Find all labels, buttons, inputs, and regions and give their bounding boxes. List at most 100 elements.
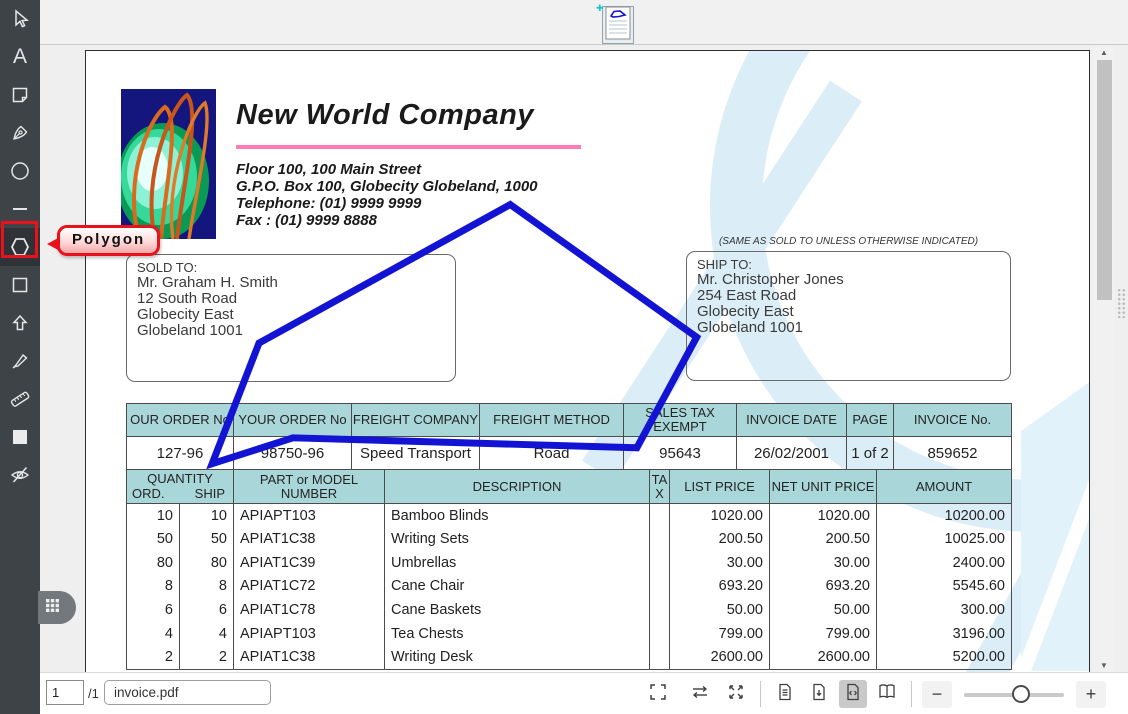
toolbar-divider	[911, 681, 912, 707]
item-qty-ord: 50	[126, 527, 180, 551]
item-qty-ord: 8	[126, 574, 180, 599]
page-thumbnail[interactable]	[602, 6, 634, 44]
fit-width-button[interactable]	[686, 680, 714, 708]
sold-to-label: SOLD TO:	[137, 260, 198, 275]
item-tax	[649, 550, 670, 575]
ruler-icon	[9, 388, 31, 410]
item-qty-ord: 4	[126, 621, 180, 646]
scroll-down-icon[interactable]: ▼	[1093, 661, 1115, 670]
sold-to-line: Globeland 1001	[137, 322, 243, 339]
order-value: 127-96	[126, 436, 234, 470]
address-line: Telephone: (01) 9999 9999	[236, 195, 422, 212]
item-qty-ship: 8	[179, 574, 234, 599]
zoom-out-button[interactable]: −	[922, 680, 952, 708]
rectangle-tool[interactable]	[0, 266, 40, 304]
select-cursor-tool[interactable]	[0, 0, 40, 38]
filled-rectangle-tool[interactable]	[0, 418, 40, 456]
item-net-unit: 30.00	[769, 550, 877, 575]
ship-to-line: Globeland 1001	[697, 319, 803, 336]
item-tax	[649, 621, 670, 646]
polygon-tool[interactable]	[0, 228, 40, 266]
fit-width-icon	[690, 684, 710, 705]
highlighter-icon	[10, 351, 30, 371]
item-row: 50 50 APIAT1C38 Writing Sets 200.50 200.50 100…	[126, 527, 1012, 551]
item-description: Bamboo Blinds	[384, 503, 650, 528]
scrollbar-thumb[interactable]	[1097, 60, 1112, 300]
ink-pen-tool[interactable]	[0, 114, 40, 152]
item-amount: 3196.00	[876, 621, 1012, 646]
continuous-view-button[interactable]	[805, 680, 833, 708]
item-net-unit: 693.20	[769, 574, 877, 599]
company-address: Floor 100, 100 Main Street G.P.O. Box 10…	[236, 161, 538, 229]
vertical-scrollbar[interactable]: ▲ ▼	[1093, 46, 1115, 672]
item-part: APIAT1C78	[233, 598, 385, 622]
zoom-slider[interactable]	[964, 681, 1064, 708]
filename-input[interactable]	[104, 680, 271, 705]
item-qty-ship: 2	[179, 645, 234, 670]
item-part: APIAT1C39	[233, 550, 385, 575]
address-line: Floor 100, 100 Main Street	[236, 161, 422, 178]
tooltip-tail	[47, 237, 60, 251]
item-qty-ship: 50	[179, 527, 234, 551]
panel-resize-grip[interactable]	[1117, 288, 1126, 318]
order-value: 26/02/2001	[736, 436, 847, 470]
item-description: Cane Chair	[384, 574, 650, 599]
ord-label: ORD.	[132, 486, 165, 501]
text-tool[interactable]: A	[0, 38, 40, 76]
item-list-price: 799.00	[669, 621, 770, 646]
sold-to-line: Globecity East	[137, 306, 234, 323]
ship-to-line: 254 East Road	[697, 287, 797, 304]
zoom-in-button[interactable]: +	[1076, 680, 1106, 708]
hide-annotations-tool[interactable]	[0, 456, 40, 494]
tax-header: TAX	[649, 469, 670, 504]
order-value: 98750-96	[233, 436, 352, 470]
zoom-slider-knob[interactable]	[1012, 684, 1030, 703]
item-qty-ship: 4	[179, 621, 234, 646]
ship-to-box: SHIP TO: Mr. Christopher Jones 254 East …	[686, 251, 1011, 381]
scroll-up-icon[interactable]: ▲	[1093, 48, 1115, 57]
item-amount: 10200.00	[876, 503, 1012, 528]
fit-page-button[interactable]	[722, 680, 750, 708]
tooltip-label: Polygon	[72, 231, 146, 248]
item-list-price: 200.50	[669, 527, 770, 551]
annotation-toolbar: A	[0, 0, 40, 714]
pen-icon	[10, 123, 30, 143]
ship-to-line: Globecity East	[697, 303, 794, 320]
single-page-view-button[interactable]	[771, 680, 799, 708]
fullscreen-button[interactable]	[644, 680, 672, 708]
item-description: Writing Desk	[384, 645, 650, 670]
sold-to-line: 12 South Road	[137, 290, 238, 307]
order-header: INVOICE DATE	[736, 403, 847, 437]
amount-header: AMOUNT	[876, 469, 1012, 504]
sold-to-box: SOLD TO: Mr. Graham H. Smith 12 South Ro…	[126, 254, 456, 382]
arrow-tool[interactable]	[0, 304, 40, 342]
item-net-unit: 50.00	[769, 598, 877, 622]
item-tax	[649, 574, 670, 599]
sticky-note-tool[interactable]	[0, 76, 40, 114]
line-items-table: QUANTITY ORD. SHIP PART or MODEL NUMBER …	[126, 469, 1012, 670]
item-row: 8 8 APIAT1C72 Cane Chair 693.20 693.20 5545.60	[126, 574, 1012, 599]
item-amount: 5545.60	[876, 574, 1012, 599]
item-net-unit: 2600.00	[769, 645, 877, 670]
item-net-unit: 799.00	[769, 621, 877, 646]
item-qty-ship: 10	[179, 503, 234, 528]
part-header: PART or MODEL NUMBER	[233, 469, 385, 504]
polygon-tooltip: Polygon	[47, 225, 161, 256]
highlighter-tool[interactable]	[0, 342, 40, 380]
code-page-view-button[interactable]	[839, 680, 867, 708]
order-info-table: OUR ORDER No YOUR ORDER No FREIGHT COMPA…	[126, 403, 1012, 470]
line-tool[interactable]	[0, 190, 40, 228]
item-amount: 2400.00	[876, 550, 1012, 575]
arrow-up-icon	[10, 313, 30, 333]
item-part: APIAT1C38	[233, 527, 385, 551]
book-view-button[interactable]	[873, 680, 901, 708]
organize-pages-tab[interactable]	[38, 591, 76, 624]
page-number-input[interactable]	[46, 680, 84, 705]
ellipse-tool[interactable]	[0, 152, 40, 190]
cursor-icon	[10, 9, 30, 29]
text-icon: A	[12, 45, 27, 68]
item-part: APIAT1C72	[233, 574, 385, 599]
address-line: G.P.O. Box 100, Globecity Globeland, 100…	[236, 178, 538, 195]
ruler-tool[interactable]	[0, 380, 40, 418]
item-amount: 10025.00	[876, 527, 1012, 551]
